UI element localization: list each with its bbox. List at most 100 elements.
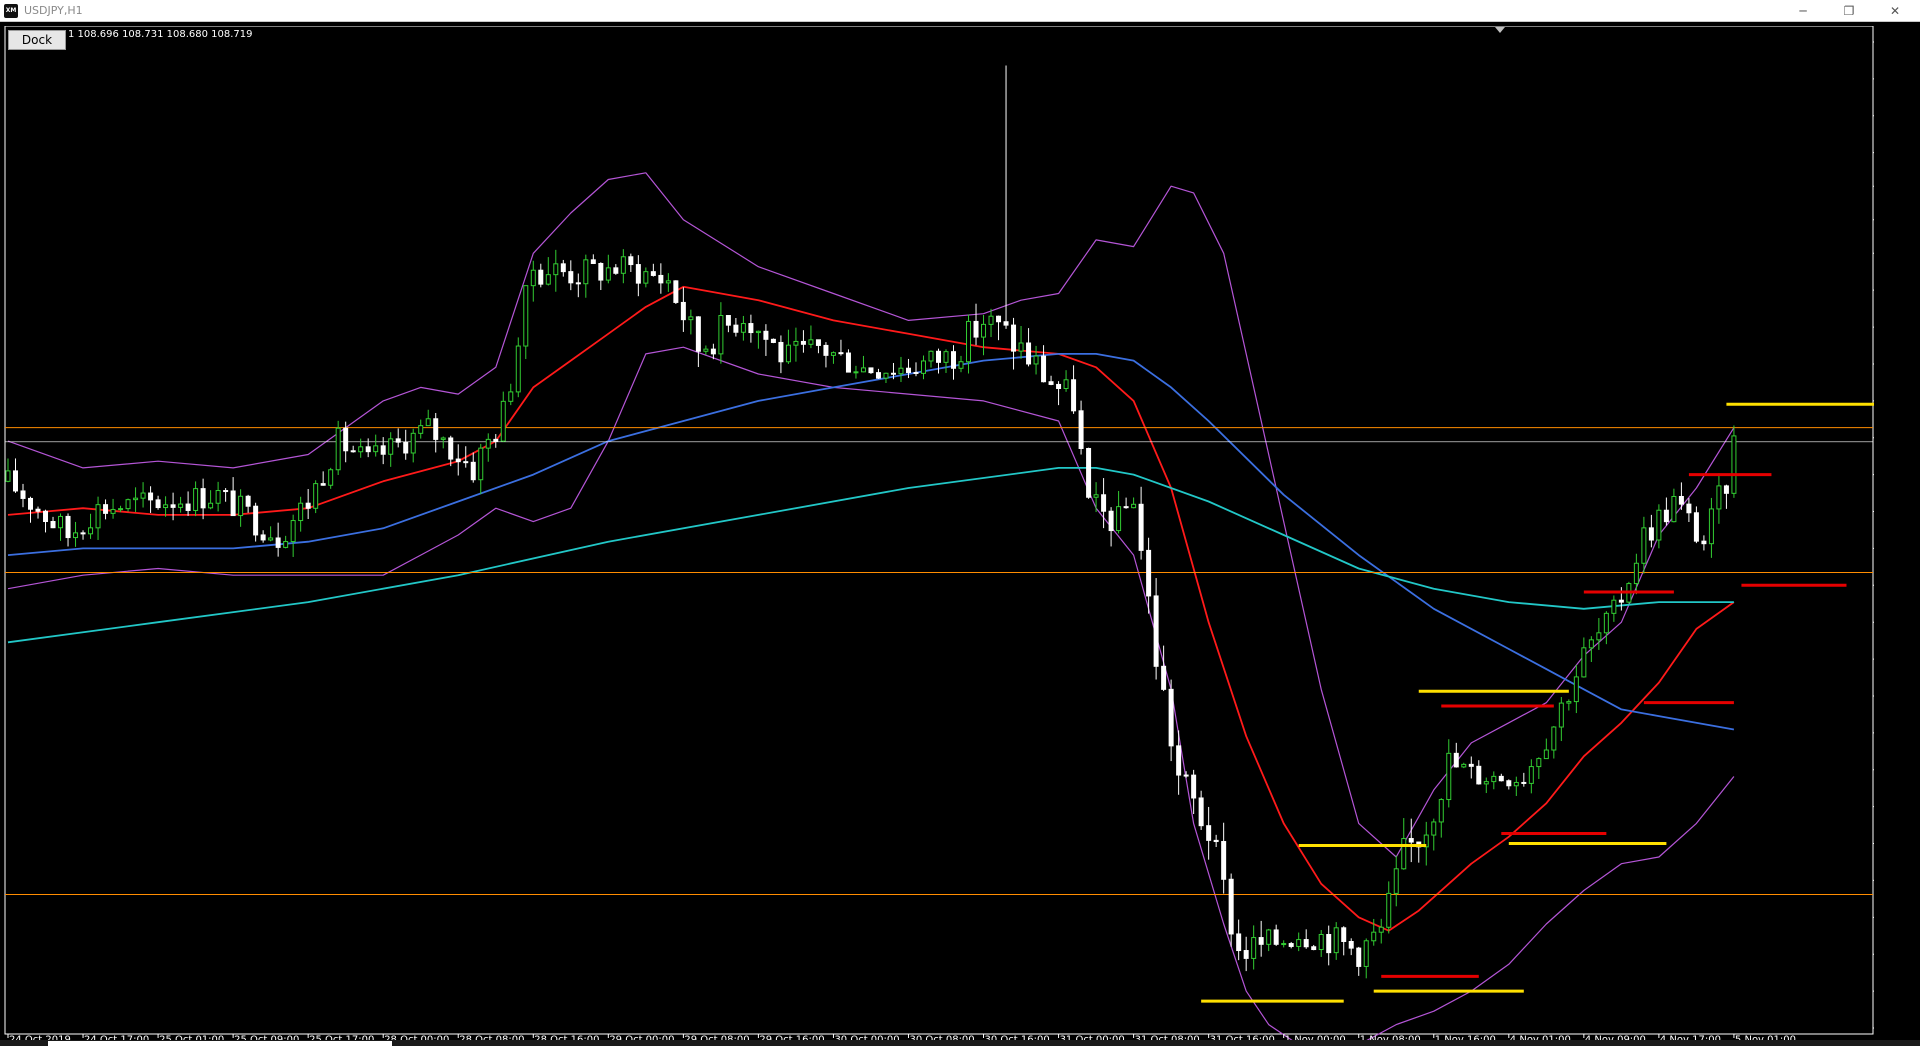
candle-body xyxy=(830,352,836,356)
candle-body xyxy=(755,330,761,334)
candle-body xyxy=(1333,927,1339,954)
candle-body xyxy=(560,263,566,273)
candle-body xyxy=(966,320,972,363)
candle-body xyxy=(1551,726,1557,751)
candle-body xyxy=(1011,324,1017,352)
candle-body xyxy=(335,427,341,471)
candle-body xyxy=(1461,763,1467,768)
candle-body xyxy=(1303,939,1309,948)
restore-button[interactable]: ❐ xyxy=(1826,0,1872,22)
candle-body xyxy=(35,508,41,512)
candle-body xyxy=(981,323,987,338)
candle-body xyxy=(1041,355,1047,383)
candle-body xyxy=(208,502,214,509)
candle-body xyxy=(665,280,671,284)
candle-body xyxy=(613,267,619,274)
candle-body xyxy=(1491,775,1497,783)
candle-body xyxy=(800,340,806,345)
candle-body xyxy=(1648,527,1654,541)
candle-body xyxy=(530,269,536,287)
candle-body xyxy=(1198,797,1204,827)
candle-body xyxy=(200,488,206,509)
candle-body xyxy=(568,271,574,284)
candle-body xyxy=(1716,485,1722,510)
candle-body xyxy=(358,446,364,453)
candle-body xyxy=(1048,381,1054,385)
candle-body xyxy=(80,532,86,535)
minimize-button[interactable]: ─ xyxy=(1780,0,1826,22)
candle-body xyxy=(155,499,161,509)
window-title: USDJPY,H1 xyxy=(24,4,83,17)
candle-body xyxy=(1566,701,1572,704)
dock-button[interactable]: Dock xyxy=(8,30,66,50)
candle-body xyxy=(95,504,101,529)
candle-body xyxy=(1558,702,1564,728)
candle-body xyxy=(1596,632,1602,641)
candle-body xyxy=(523,285,529,347)
candle-body xyxy=(1273,929,1279,945)
candle-body xyxy=(763,330,769,340)
candle-body xyxy=(380,445,386,455)
candle-body xyxy=(868,367,874,374)
candle-body xyxy=(1018,342,1024,352)
chart-tab[interactable] xyxy=(48,1041,392,1046)
candle-body xyxy=(793,340,799,346)
candle-body xyxy=(710,348,716,355)
candle-body xyxy=(1708,508,1714,545)
candle-body xyxy=(1371,931,1377,942)
xm-logo-icon: XM xyxy=(4,4,18,18)
candle-body xyxy=(1071,379,1077,412)
candle-body xyxy=(43,510,49,523)
candle-body xyxy=(373,445,379,453)
candle-body xyxy=(320,483,326,486)
candle-body xyxy=(1228,878,1234,935)
candle-body xyxy=(1476,765,1482,785)
candle-body xyxy=(230,490,236,517)
candle-body xyxy=(845,352,851,373)
candle-body xyxy=(1671,495,1677,523)
candle-body xyxy=(920,360,926,374)
candle-body xyxy=(725,315,731,326)
candle-body xyxy=(1573,676,1579,703)
candle-body xyxy=(493,438,499,442)
candle-body xyxy=(88,527,94,535)
candle-body xyxy=(328,469,334,486)
candle-body xyxy=(823,344,829,356)
candle-body xyxy=(1446,752,1452,801)
candle-body xyxy=(598,262,604,281)
candle-body xyxy=(470,461,476,481)
candle-body xyxy=(838,352,844,355)
candle-body xyxy=(1693,512,1699,542)
candle-body xyxy=(695,316,701,352)
candle-body xyxy=(1536,758,1542,768)
candle-body xyxy=(73,532,79,539)
candle-body xyxy=(1086,447,1092,498)
price-chart[interactable]: 109.315109.260109.205109.150109.100109.0… xyxy=(4,25,1920,1046)
candle-body xyxy=(1153,595,1159,667)
close-button[interactable]: ✕ xyxy=(1872,0,1918,22)
candle-body xyxy=(1618,599,1624,603)
candle-body xyxy=(125,499,131,510)
candle-body xyxy=(283,541,289,548)
candle-body xyxy=(28,497,34,510)
candle-body xyxy=(605,267,611,281)
candle-body xyxy=(133,497,139,501)
candle-body xyxy=(1093,494,1099,498)
candle-body xyxy=(996,315,1002,323)
chart-background xyxy=(4,26,1874,1040)
candle-body xyxy=(673,280,679,303)
candle-body xyxy=(545,274,551,285)
candle-body xyxy=(463,461,469,464)
candle-body xyxy=(718,315,724,355)
candle-body xyxy=(253,505,259,536)
candle-body xyxy=(943,351,949,363)
candle-body xyxy=(1701,540,1707,545)
candle-body xyxy=(350,450,356,453)
candle-body xyxy=(1611,599,1617,614)
candle-body xyxy=(688,316,694,321)
candle-body xyxy=(1686,503,1692,514)
candle-body xyxy=(1191,774,1197,799)
candle-body xyxy=(1506,780,1512,787)
candle-body xyxy=(343,427,349,452)
chart-area[interactable]: 109.315109.260109.205109.150109.100109.0… xyxy=(4,25,1920,1046)
